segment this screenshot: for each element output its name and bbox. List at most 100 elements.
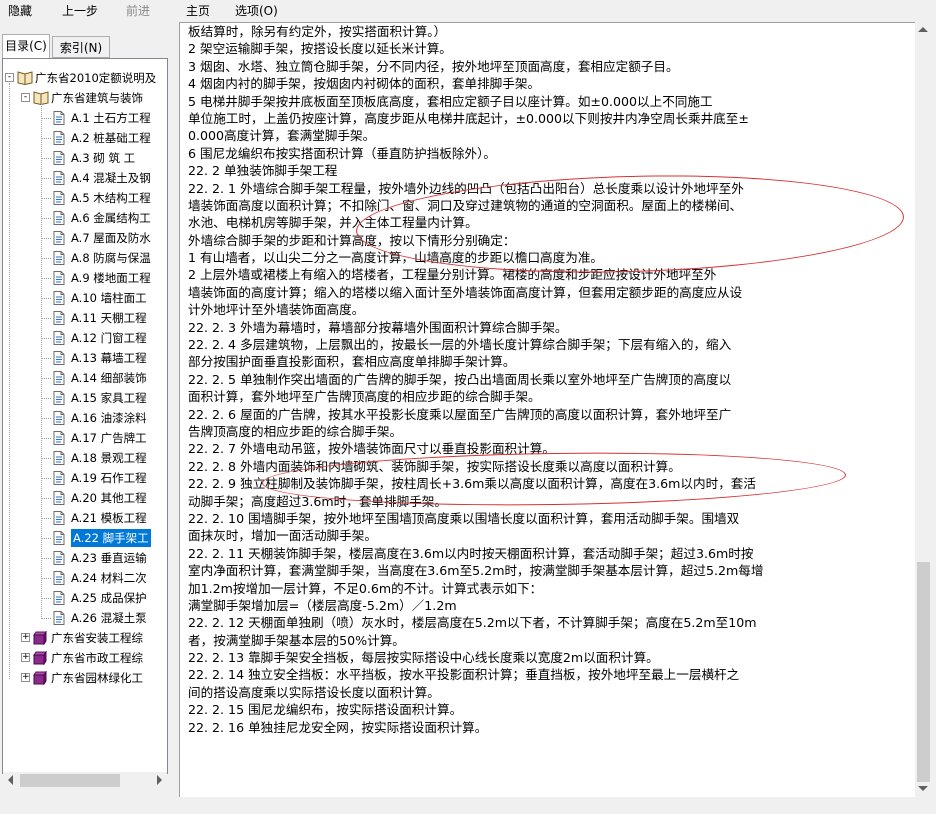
- tree-connector: [41, 198, 51, 199]
- text-line: 外墙综合脚手架的步距和计算高度，按以下情形分别确定：: [188, 232, 516, 248]
- expand-icon[interactable]: +: [21, 653, 30, 662]
- tree-connector: [41, 318, 51, 319]
- content-vertical-scrollbar[interactable]: [915, 22, 932, 796]
- options-menu[interactable]: 选项(O): [235, 4, 278, 18]
- tree-item[interactable]: A.5 木结构工程: [3, 189, 167, 210]
- collapse-icon[interactable]: -: [5, 73, 14, 82]
- text-line: 22. 2. 12 天棚面单独刷（喷）灰水时，楼层高度在5.2m以下者，不计算脚…: [188, 615, 757, 631]
- tree-item[interactable]: A.8 防腐与保温: [3, 249, 167, 267]
- tree-item[interactable]: + 广东省安装工程综: [3, 629, 167, 647]
- page-icon: [53, 131, 65, 150]
- page-icon: [53, 611, 65, 630]
- tree-item[interactable]: A.16 油漆涂料: [3, 409, 167, 427]
- text-line: 动脚手架；高度超过3.6m时，套单排脚手架。: [188, 493, 447, 509]
- tree-connector: [41, 378, 51, 379]
- text-line: 2 上层外墙或裙楼上有缩入的塔楼者，工程量分别计算。裙楼的高度和步距应按设计外地…: [188, 267, 717, 283]
- tree-item-label: A.26 混凝土泵: [71, 611, 147, 625]
- tree-item[interactable]: A.17 广告牌工: [3, 429, 167, 450]
- text-line: 0.000高度计算，套满堂脚手架。: [188, 128, 376, 144]
- tree-item-label: A.20 其他工程: [71, 491, 147, 505]
- scroll-down-icon[interactable]: [918, 786, 928, 791]
- tree-item[interactable]: A.20 其他工程: [3, 489, 167, 507]
- forward-button[interactable]: 前进: [126, 4, 150, 18]
- tree-item-label: A.11 天棚工程: [71, 311, 147, 325]
- tree-item[interactable]: A.15 家具工程: [3, 389, 167, 410]
- tree-connector: [41, 218, 51, 219]
- tree-item[interactable]: A.13 幕墙工程: [3, 349, 167, 370]
- tree-item[interactable]: A.25 成品保护: [3, 589, 167, 607]
- tree-item[interactable]: A.6 金属结构工: [3, 209, 167, 227]
- tree-item[interactable]: A.24 材料二次: [3, 569, 167, 587]
- tab-contents[interactable]: 目录(C): [2, 34, 50, 59]
- tree-connector: [41, 338, 51, 339]
- tree-connector: [41, 578, 51, 579]
- page-icon: [53, 391, 65, 410]
- tree-connector: [41, 498, 51, 499]
- page-icon: [53, 191, 65, 210]
- hide-button[interactable]: 隐藏: [8, 4, 32, 18]
- tree-item-label: A.7 屋面及防水: [71, 231, 151, 245]
- tree-item[interactable]: A.4 混凝土及钢: [3, 169, 167, 187]
- page-icon: [53, 331, 65, 350]
- tree-item[interactable]: - 广东省2010定额说明及: [3, 69, 167, 90]
- tree-item-label: A.10 墙柱面工: [71, 291, 147, 305]
- tab-index[interactable]: 索引(N): [52, 36, 110, 58]
- text-line: 室内净面积计算，套满堂脚手架，当高度在3.6m至5.2m时，按满堂脚手架基本层计…: [188, 563, 764, 579]
- expand-icon[interactable]: +: [21, 633, 30, 642]
- tree-item[interactable]: - 广东省建筑与装饰: [3, 89, 167, 107]
- text-line: 22. 2. 14 独立安全挡板：水平挡板，按水平投影面积计算；垂直挡板，按外地…: [188, 667, 740, 683]
- tree-item[interactable]: A.21 模板工程: [3, 509, 167, 527]
- page-icon: [53, 371, 65, 390]
- tree-connector: [41, 398, 51, 399]
- tree-connector: [41, 558, 51, 559]
- tree-item[interactable]: A.11 天棚工程: [3, 309, 167, 327]
- text-line: 22. 2. 8 外墙内面装饰和内墙砌筑、装饰脚手架，按实际搭设长度乘以高度以面…: [188, 458, 681, 474]
- tree-item[interactable]: A.2 桩基础工程: [3, 129, 167, 150]
- contents-tree[interactable]: - 广东省2010定额说明及 - 广东省建筑与装饰 A.1 土石方工程 A.2 桩基础工程…: [2, 58, 168, 774]
- tree-item[interactable]: A.7 屋面及防水: [3, 229, 167, 250]
- text-line: 22. 2. 6 屋面的广告牌，按其水平投影长度乘以屋面至广告牌顶的高度以面积计…: [188, 406, 732, 422]
- text-line: 面积计算，套外地坪至广告牌顶高度的相应步距的综合脚手架。: [188, 389, 541, 405]
- tree-item[interactable]: A.10 墙柱面工: [3, 289, 167, 307]
- tree-item[interactable]: A.18 景观工程: [3, 449, 167, 467]
- page-icon: [53, 231, 65, 250]
- text-line: 部分按围护面垂直投影面积，套相应高度单排脚手架计算。: [188, 354, 516, 370]
- text-line: 22. 2. 7 外墙电动吊篮，按外墙装饰面尺寸以垂直投影面积计算。: [188, 441, 555, 457]
- scroll-right-icon[interactable]: [157, 775, 162, 785]
- scroll-left-icon[interactable]: [8, 775, 13, 785]
- tree-item[interactable]: A.1 土石方工程: [3, 109, 167, 127]
- text-line: 22. 2. 16 单独挂尼龙安全网，按实际搭设面积计算。: [188, 719, 488, 735]
- open-book-icon: [17, 71, 33, 90]
- text-line: 22. 2. 9 独立柱脚制及装饰脚手架，按柱周长+3.6m乘以高度以面积计算，…: [188, 476, 756, 492]
- tree-item[interactable]: + 广东省市政工程综: [3, 649, 167, 667]
- scrollbar-thumb[interactable]: [917, 562, 930, 782]
- scrollbar-thumb[interactable]: [20, 774, 120, 787]
- text-line: 面抹灰时，增加一面活动脚手架。: [188, 528, 377, 544]
- tree-item[interactable]: A.14 细部装饰: [3, 369, 167, 390]
- page-icon: [53, 151, 65, 170]
- page-icon: [53, 271, 65, 290]
- text-line: 22. 2. 1 外墙综合脚手架工程量，按外墙外边线的凹凸（包括凸出阳台）总长度…: [188, 180, 744, 196]
- tree-item[interactable]: A.22 脚手架工: [3, 529, 167, 547]
- expand-icon[interactable]: +: [21, 673, 30, 682]
- text-line: 22. 2. 15 围尼龙编织布，按实际搭设面积计算。: [188, 702, 463, 718]
- tree-item[interactable]: A.26 混凝土泵: [3, 609, 167, 630]
- text-line: 板结算时，除另有约定外，按实搭面积计算。）: [188, 24, 447, 39]
- tree-item[interactable]: A.19 石作工程: [3, 469, 167, 487]
- page-icon: [53, 431, 65, 450]
- tree-item[interactable]: A.3 砌 筑 工: [3, 149, 167, 170]
- tree-item-label: A.8 防腐与保温: [71, 251, 151, 265]
- home-button[interactable]: 主页: [186, 4, 210, 18]
- page-icon: [53, 351, 65, 370]
- tree-item-label: A.25 成品保护: [71, 591, 147, 605]
- tree-item[interactable]: A.12 门窗工程: [3, 329, 167, 350]
- collapse-icon[interactable]: -: [21, 93, 30, 102]
- scroll-up-icon[interactable]: [918, 27, 928, 32]
- tree-item[interactable]: A.23 垂直运输: [3, 549, 167, 567]
- tree-horizontal-scrollbar[interactable]: [3, 772, 167, 789]
- toolbar: 隐藏 上一步 前进 主页 选项(O): [0, 0, 936, 22]
- tree-item[interactable]: A.9 楼地面工程: [3, 269, 167, 290]
- tree-item[interactable]: + 广东省园林绿化工: [3, 669, 167, 687]
- tree-item-label: 广东省建筑与装饰: [51, 91, 143, 105]
- back-button[interactable]: 上一步: [62, 4, 98, 18]
